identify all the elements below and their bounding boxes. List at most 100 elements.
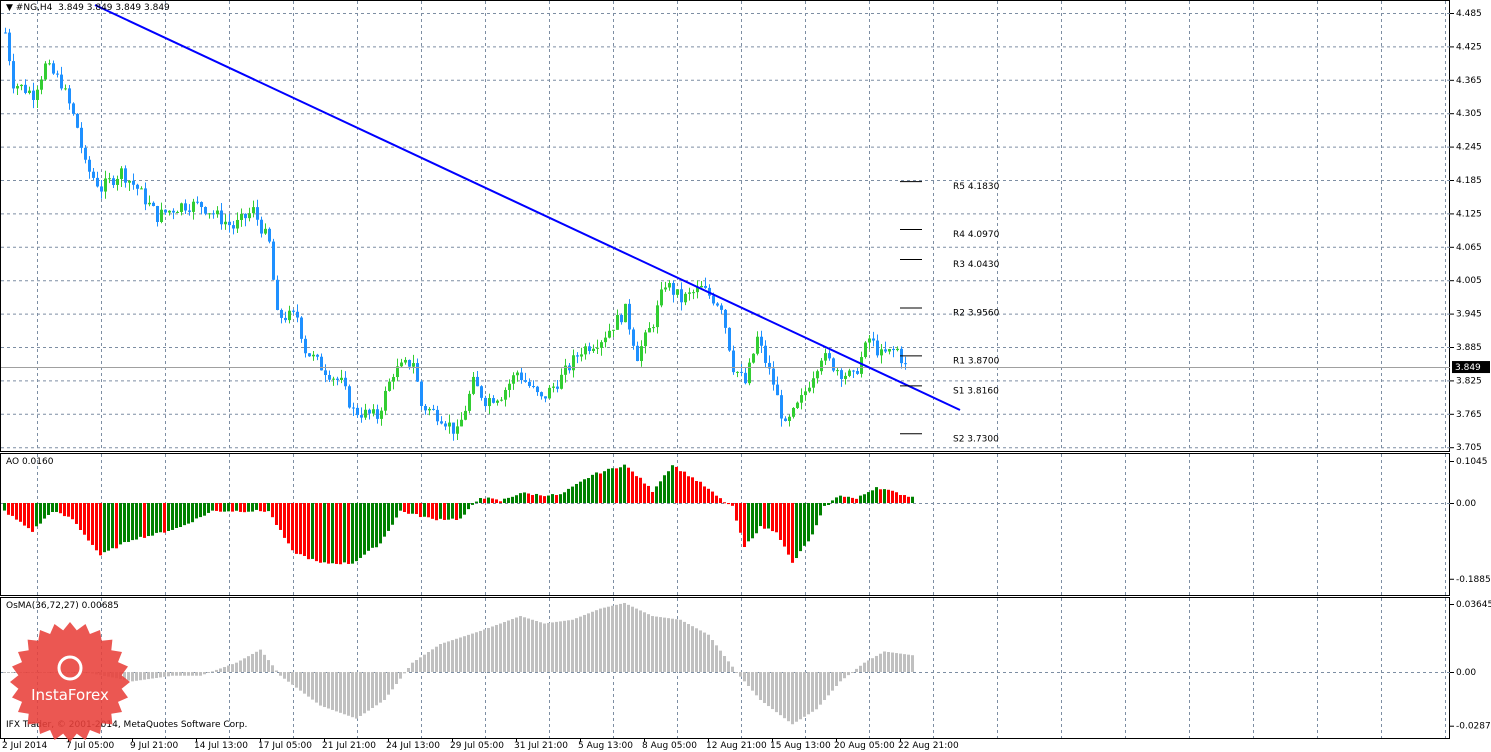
ao-bar [155,503,158,533]
ao-bar [807,503,810,542]
osma-bar [575,618,578,672]
candle-body [252,207,255,214]
time-tick-label: 15 Aug 13:00 [770,741,831,751]
ao-bar [759,503,762,527]
osma-bar [131,672,134,682]
ao-bar [255,503,258,510]
osma-bar [803,672,806,717]
time-tick-label: 5 Aug 13:00 [578,741,633,751]
osma-bar [455,638,458,672]
ao-bar [527,493,530,503]
ao-bar [223,503,226,512]
candle-body [360,415,363,418]
osma-bar [595,610,598,672]
ao-bar [67,503,70,517]
ao-bar [351,503,354,564]
osma-bar [423,654,426,672]
ao-bar [703,486,706,503]
ao-bar [863,494,866,503]
ao-bar [451,503,454,519]
candle-body [892,349,895,351]
osma-bar [815,672,818,710]
dropdown-triangle-icon[interactable]: ▼ [6,3,13,13]
price-tick-label: 4.425 [1456,42,1482,52]
ao-bar [407,503,410,514]
candle-body [128,180,131,183]
time-tick-label: 29 Jul 05:00 [450,741,504,751]
osma-bar [611,605,614,672]
ao-bar [743,503,746,548]
osma-tick-label: 0.00 [1456,668,1476,678]
ao-bar [687,476,690,503]
ao-bar [47,503,50,515]
ao-bar [911,496,914,503]
candle-body [244,213,247,219]
candle-body [864,342,867,358]
candle-body [224,221,227,225]
osma-bar [323,672,326,708]
ao-bar [575,483,578,503]
ao-bar [551,494,554,503]
candle-body [604,337,607,343]
candle-body [504,389,507,400]
osma-bar [751,672,754,691]
osma-bar [319,672,322,706]
candle-body [8,32,11,62]
ao-bar [215,503,218,511]
osma-bar [263,654,266,672]
candle-body [120,168,123,179]
ao-bar [555,495,558,503]
ao-bar [195,503,198,519]
osma-bar [195,672,198,676]
candle-body [204,207,207,214]
ao-bar [579,481,582,503]
osma-bar [419,657,422,672]
candle-body [640,346,643,362]
osma-bar [771,672,774,710]
candle-body [620,314,623,323]
osma-bar [715,645,718,672]
osma-bar [775,672,778,713]
ao-bar [287,503,290,544]
osma-bar [835,672,838,686]
osma-tick-label: -0.02879 [1456,722,1491,732]
ao-bar [483,498,486,503]
osma-bar [223,667,226,672]
ao-bar [775,503,778,533]
candle-body [100,186,103,192]
candle-body [684,293,687,303]
osma-bar [175,672,178,676]
osma-bar [203,672,206,675]
ao-bar [631,471,634,503]
candle-body [352,407,355,409]
osma-bar [255,651,258,672]
ao-bar [543,496,546,503]
osma-bar [279,672,282,676]
ao-bar [647,485,650,503]
osma-bar [563,620,566,672]
osma-bar [827,672,830,696]
chart-canvas[interactable]: 4.485 4.425 4.365 4.305 4.245 4.185 4.125 4.065… [0,0,1491,752]
ao-bar [71,503,74,520]
candle-body [452,422,455,434]
ao-bar [411,503,414,514]
time-tick-label: 17 Jul 05:00 [258,741,312,751]
chart-window[interactable]: 4.485 4.425 4.365 4.305 4.245 4.185 4.125 4.065… [0,0,1491,752]
osma-bar [163,672,166,677]
pivot-label: S2 3.7300 [953,434,999,444]
candle-body [44,63,47,80]
price-tick-label: 4.125 [1456,209,1482,219]
candle-body [4,32,7,34]
osma-bar [703,632,706,672]
osma-tick-label: 0.03645 [1456,600,1491,610]
ao-bar [475,501,478,503]
osma-bar [531,619,534,672]
osma-bar [911,655,914,672]
osma-bar [143,672,146,680]
ao-bar [851,497,854,503]
candle-body [800,395,803,403]
osma-bar [491,626,494,672]
osma-bar [735,672,738,673]
osma-bar [247,656,250,672]
ao-bar [103,503,106,553]
